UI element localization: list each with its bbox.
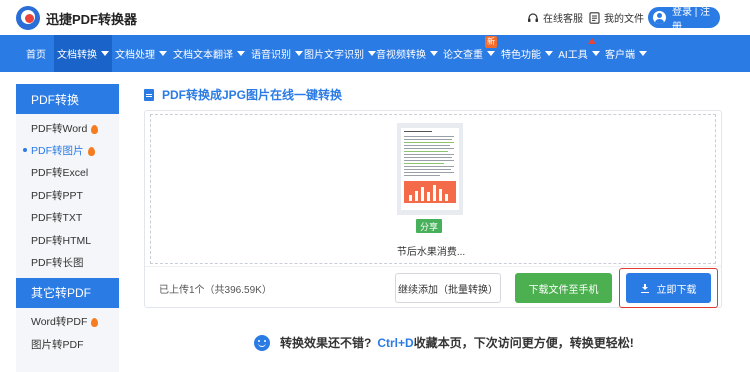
chevron-down-icon [591,51,600,56]
sidebar-item-label: PDF转HTML [31,234,92,247]
fire-icon [87,147,95,157]
download-icon [640,283,649,293]
logo[interactable]: 迅捷PDF转换器 [16,6,137,30]
headset-icon [528,12,538,22]
nav-label: 语音识别 [251,50,291,61]
sidebar-item-pdf-to-ppt[interactable]: PDF转PPT [16,184,119,206]
file-drop-area[interactable]: 分享 节后水果消费... [150,114,716,264]
sidebar-item-label: PDF转长图 [31,257,84,270]
main-nav: 首页 文档转换 文档处理 文档文本翻译 语音识别 图片文字识别 音视频转换 论文… [0,35,750,72]
login-label: 登录 | 注册 [671,6,711,33]
tip-suffix: 收藏本页，下次访问更方便，转换更轻松! [413,336,634,350]
thumbnail-chart [404,181,456,203]
nav-speech[interactable]: 语音识别 [248,35,306,72]
sidebar-item-image-to-pdf[interactable]: 图片转PDF [16,333,119,355]
file-list-icon [589,11,600,24]
document-icon [144,88,154,101]
download-to-phone-button[interactable]: 下载文件至手机 [515,273,612,303]
share-button[interactable]: 分享 [416,219,442,233]
download-now-button[interactable]: 立即下载 [626,273,711,303]
my-files-link[interactable]: 我的文件 [589,10,644,25]
bookmark-tip: 转换效果还不错? Ctrl+D 收藏本页，下次访问更方便，转换更轻松! [254,334,634,351]
chevron-down-icon [159,51,167,56]
chevron-down-icon [545,51,553,56]
nav-label: 客户端 [605,50,635,61]
nav-label: 文档转换 [57,50,97,61]
nav-ocr[interactable]: 图片文字识别 [304,35,376,72]
sidebar-section-title: PDF转换 [16,84,119,114]
logo-icon [16,6,40,30]
nav-doc-translate[interactable]: 文档文本翻译 [170,35,248,72]
nav-av-convert[interactable]: 音视频转换 [374,35,440,72]
nav-home[interactable]: 首页 [18,35,54,72]
nav-label: AI工具 [558,50,588,61]
sidebar-item-label: PDF转图片 [31,145,84,158]
sidebar-item-label: PDF转PPT [31,189,83,202]
chevron-down-icon [430,51,438,56]
sidebar-item-pdf-to-word[interactable]: PDF转Word [16,117,119,139]
sidebar-item-pdf-to-html[interactable]: PDF转HTML [16,229,119,251]
chevron-down-icon [101,51,109,56]
chevron-down-icon [295,51,303,56]
page-title: PDF转换成JPG图片在线一键转换 [144,86,342,103]
logo-text: 迅捷PDF转换器 [46,11,138,27]
fire-icon [91,318,99,328]
chevron-down-icon [237,51,245,56]
sidebar-item-label: PDF转TXT [31,212,83,225]
nav-label: 图片文字识别 [304,50,364,61]
chevron-down-icon [639,51,647,56]
nav-client[interactable]: 客户端 [602,35,650,72]
arrow-up-icon [588,38,596,44]
nav-label: 特色功能 [501,50,541,61]
nav-label: 论文查重 [443,50,483,61]
sidebar-item-pdf-to-image[interactable]: PDF转图片 [16,139,119,161]
continue-add-button[interactable]: 继续添加（批量转换） [395,273,501,303]
sidebar-section-title: 其它转PDF [16,277,119,308]
sidebar: PDF转换 PDF转Word PDF转图片 PDF转Excel PDF转PPT … [16,84,119,372]
nav-doc-process[interactable]: 文档处理 [112,35,170,72]
user-icon [653,11,666,24]
action-bar: 已上传1个（共396.59K） 继续添加（批量转换） 下载文件至手机 立即下载 [145,266,721,308]
chevron-down-icon [487,51,495,56]
fire-icon [91,124,99,134]
new-badge: 新 [485,36,497,48]
download-highlight-frame: 立即下载 [619,268,718,308]
sidebar-item-word-to-pdf[interactable]: Word转PDF [16,311,119,333]
file-thumbnail[interactable] [397,123,463,215]
sidebar-item-label: PDF转Word [31,122,88,135]
nav-features[interactable]: 特色功能 [498,35,556,72]
sidebar-item-pdf-to-long-image[interactable]: PDF转长图 [16,251,119,273]
upload-panel: 分享 节后水果消费... 已上传1个（共396.59K） 继续添加（批量转换） … [144,110,722,308]
thumbnail-page [401,128,459,210]
smiley-icon [254,334,270,351]
download-now-label: 立即下载 [656,284,697,296]
login-button[interactable]: 登录 | 注册 [648,7,720,33]
sidebar-item-pdf-to-txt[interactable]: PDF转TXT [16,207,119,229]
nav-label: 首页 [26,50,46,61]
nav-doc-convert[interactable]: 文档转换 [54,35,112,72]
page-title-text: PDF转换成JPG图片在线一键转换 [162,88,343,102]
sidebar-item-pdf-to-excel[interactable]: PDF转Excel [16,162,119,184]
sidebar-item-label: PDF转Excel [31,167,89,180]
nav-label: 音视频转换 [376,50,426,61]
upload-status: 已上传1个（共396.59K） [159,285,272,296]
sidebar-item-label: Word转PDF [31,316,88,329]
online-service-link[interactable]: 在线客服 [527,10,583,25]
nav-label: 文档处理 [115,50,155,61]
sidebar-item-label: 图片转PDF [31,338,84,351]
my-files-label: 我的文件 [604,14,644,25]
tip-prefix: 转换效果还不错? [280,336,372,350]
tip-shortcut: Ctrl+D [377,335,414,350]
online-service-label: 在线客服 [543,14,583,25]
file-name: 节后水果消费... [396,247,466,258]
nav-label: 文档文本翻译 [173,50,233,61]
header: 迅捷PDF转换器 在线客服 我的文件 登录 | 注册 [0,0,750,35]
